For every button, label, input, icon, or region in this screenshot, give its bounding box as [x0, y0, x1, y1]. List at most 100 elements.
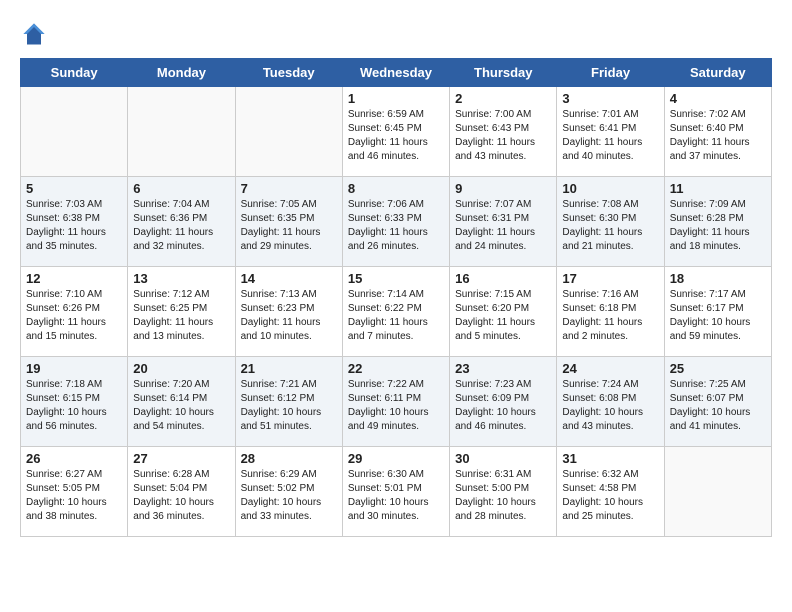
- cell-content: Sunrise: 7:23 AM Sunset: 6:09 PM Dayligh…: [455, 378, 551, 434]
- calendar-cell: 26Sunrise: 6:27 AM Sunset: 5:05 PM Dayli…: [21, 447, 128, 537]
- calendar-cell: 27 Sunrise: 6:28 AM Sunset: 5:04 PM Dayli…: [128, 447, 235, 537]
- cell-content: Sunrise: 6:59 AM Sunset: 6:45 PM Dayligh…: [348, 108, 444, 164]
- cell-content: Sunrise: 7:21 AM Sunset: 6:12 PM Dayligh…: [241, 378, 337, 434]
- calendar-cell: 5Sunrise: 7:03 AM Sunset: 6:38 PM Daylig…: [21, 177, 128, 267]
- calendar-cell: 23 Sunrise: 7:23 AM Sunset: 6:09 PM Dayli…: [450, 357, 557, 447]
- date-number: 13: [133, 271, 229, 286]
- date-number: 8: [348, 181, 444, 196]
- calendar-cell: 29 Sunrise: 6:30 AM Sunset: 5:01 PM Dayli…: [342, 447, 449, 537]
- calendar-cell: 12 Sunrise: 7:10 AM Sunset: 6:26 PM Dayli…: [21, 267, 128, 357]
- date-number: 19: [26, 361, 122, 376]
- calendar-cell: 30 Sunrise: 6:31 AM Sunset: 5:00 PM Dayli…: [450, 447, 557, 537]
- date-number: 28: [241, 451, 337, 466]
- calendar-cell: 31 Sunrise: 6:32 AM Sunset: 4:58 PM Dayli…: [557, 447, 664, 537]
- cell-content: Sunrise: 7:09 AM Sunset: 6:28 PM Dayligh…: [670, 198, 766, 254]
- week-row-3: 12 Sunrise: 7:10 AM Sunset: 6:26 PM Dayli…: [21, 267, 772, 357]
- cell-content: Sunrise: 7:16 AM Sunset: 6:18 PM Dayligh…: [562, 288, 658, 344]
- calendar-cell: 6 Sunrise: 7:04 AM Sunset: 6:36 PM Daylig…: [128, 177, 235, 267]
- cell-content: Sunrise: 7:24 AM Sunset: 6:08 PM Dayligh…: [562, 378, 658, 434]
- calendar-cell: 3Sunrise: 7:01 AM Sunset: 6:41 PM Daylig…: [557, 87, 664, 177]
- calendar-cell: 21 Sunrise: 7:21 AM Sunset: 6:12 PM Dayli…: [235, 357, 342, 447]
- date-number: 23: [455, 361, 551, 376]
- cell-content: Sunrise: 7:08 AM Sunset: 6:30 PM Dayligh…: [562, 198, 658, 254]
- week-row-4: 19 Sunrise: 7:18 AM Sunset: 6:15 PM Dayli…: [21, 357, 772, 447]
- cell-content: Sunrise: 7:03 AM Sunset: 6:38 PM Dayligh…: [26, 198, 122, 254]
- date-number: 27: [133, 451, 229, 466]
- cell-content: Sunrise: 7:20 AM Sunset: 6:14 PM Dayligh…: [133, 378, 229, 434]
- date-number: 24: [562, 361, 658, 376]
- calendar-cell: 7 Sunrise: 7:05 AM Sunset: 6:35 PM Daylig…: [235, 177, 342, 267]
- date-number: 31: [562, 451, 658, 466]
- cell-content: Sunrise: 6:31 AM Sunset: 5:00 PM Dayligh…: [455, 468, 551, 524]
- date-number: 3: [562, 91, 658, 106]
- cell-content: Sunrise: 7:13 AM Sunset: 6:23 PM Dayligh…: [241, 288, 337, 344]
- calendar-table: SundayMondayTuesdayWednesdayThursdayFrid…: [20, 58, 772, 537]
- cell-content: Sunrise: 7:22 AM Sunset: 6:11 PM Dayligh…: [348, 378, 444, 434]
- calendar-cell: 25 Sunrise: 7:25 AM Sunset: 6:07 PM Dayli…: [664, 357, 771, 447]
- cell-content: Sunrise: 7:10 AM Sunset: 6:26 PM Dayligh…: [26, 288, 122, 344]
- cell-content: Sunrise: 7:06 AM Sunset: 6:33 PM Dayligh…: [348, 198, 444, 254]
- calendar-cell: [21, 87, 128, 177]
- calendar-cell: 10Sunrise: 7:08 AM Sunset: 6:30 PM Dayli…: [557, 177, 664, 267]
- calendar-cell: 20Sunrise: 7:20 AM Sunset: 6:14 PM Dayli…: [128, 357, 235, 447]
- cell-content: Sunrise: 7:25 AM Sunset: 6:07 PM Dayligh…: [670, 378, 766, 434]
- calendar-cell: 17 Sunrise: 7:16 AM Sunset: 6:18 PM Dayli…: [557, 267, 664, 357]
- calendar-cell: 13Sunrise: 7:12 AM Sunset: 6:25 PM Dayli…: [128, 267, 235, 357]
- calendar-cell: 11 Sunrise: 7:09 AM Sunset: 6:28 PM Dayli…: [664, 177, 771, 267]
- cell-content: Sunrise: 7:15 AM Sunset: 6:20 PM Dayligh…: [455, 288, 551, 344]
- calendar-cell: 22 Sunrise: 7:22 AM Sunset: 6:11 PM Dayli…: [342, 357, 449, 447]
- calendar-cell: 19 Sunrise: 7:18 AM Sunset: 6:15 PM Dayli…: [21, 357, 128, 447]
- date-number: 17: [562, 271, 658, 286]
- calendar-cell: 4 Sunrise: 7:02 AM Sunset: 6:40 PM Daylig…: [664, 87, 771, 177]
- cell-content: Sunrise: 7:02 AM Sunset: 6:40 PM Dayligh…: [670, 108, 766, 164]
- logo: [20, 20, 52, 48]
- cell-content: Sunrise: 7:04 AM Sunset: 6:36 PM Dayligh…: [133, 198, 229, 254]
- date-number: 12: [26, 271, 122, 286]
- date-number: 25: [670, 361, 766, 376]
- date-number: 6: [133, 181, 229, 196]
- cell-content: Sunrise: 6:30 AM Sunset: 5:01 PM Dayligh…: [348, 468, 444, 524]
- date-number: 18: [670, 271, 766, 286]
- page-header: [20, 20, 772, 48]
- calendar-cell: 14 Sunrise: 7:13 AM Sunset: 6:23 PM Dayli…: [235, 267, 342, 357]
- calendar-cell: [235, 87, 342, 177]
- calendar-cell: [128, 87, 235, 177]
- calendar-body: 1 Sunrise: 6:59 AM Sunset: 6:45 PM Daylig…: [21, 87, 772, 537]
- day-header-monday: Monday: [128, 59, 235, 87]
- cell-content: Sunrise: 6:32 AM Sunset: 4:58 PM Dayligh…: [562, 468, 658, 524]
- date-number: 22: [348, 361, 444, 376]
- date-number: 16: [455, 271, 551, 286]
- calendar-cell: 15Sunrise: 7:14 AM Sunset: 6:22 PM Dayli…: [342, 267, 449, 357]
- calendar-cell: [664, 447, 771, 537]
- date-number: 7: [241, 181, 337, 196]
- day-header-wednesday: Wednesday: [342, 59, 449, 87]
- calendar-cell: 18Sunrise: 7:17 AM Sunset: 6:17 PM Dayli…: [664, 267, 771, 357]
- day-header-saturday: Saturday: [664, 59, 771, 87]
- day-header-row: SundayMondayTuesdayWednesdayThursdayFrid…: [21, 59, 772, 87]
- date-number: 9: [455, 181, 551, 196]
- calendar-cell: 24 Sunrise: 7:24 AM Sunset: 6:08 PM Dayli…: [557, 357, 664, 447]
- date-number: 29: [348, 451, 444, 466]
- week-row-5: 26Sunrise: 6:27 AM Sunset: 5:05 PM Dayli…: [21, 447, 772, 537]
- day-header-friday: Friday: [557, 59, 664, 87]
- calendar-cell: 28Sunrise: 6:29 AM Sunset: 5:02 PM Dayli…: [235, 447, 342, 537]
- date-number: 2: [455, 91, 551, 106]
- date-number: 1: [348, 91, 444, 106]
- week-row-2: 5Sunrise: 7:03 AM Sunset: 6:38 PM Daylig…: [21, 177, 772, 267]
- date-number: 26: [26, 451, 122, 466]
- cell-content: Sunrise: 7:18 AM Sunset: 6:15 PM Dayligh…: [26, 378, 122, 434]
- date-number: 30: [455, 451, 551, 466]
- calendar-cell: 8 Sunrise: 7:06 AM Sunset: 6:33 PM Daylig…: [342, 177, 449, 267]
- cell-content: Sunrise: 7:07 AM Sunset: 6:31 PM Dayligh…: [455, 198, 551, 254]
- cell-content: Sunrise: 6:28 AM Sunset: 5:04 PM Dayligh…: [133, 468, 229, 524]
- date-number: 11: [670, 181, 766, 196]
- day-header-thursday: Thursday: [450, 59, 557, 87]
- calendar-cell: 1 Sunrise: 6:59 AM Sunset: 6:45 PM Daylig…: [342, 87, 449, 177]
- cell-content: Sunrise: 7:05 AM Sunset: 6:35 PM Dayligh…: [241, 198, 337, 254]
- date-number: 4: [670, 91, 766, 106]
- date-number: 21: [241, 361, 337, 376]
- day-header-tuesday: Tuesday: [235, 59, 342, 87]
- week-row-1: 1 Sunrise: 6:59 AM Sunset: 6:45 PM Daylig…: [21, 87, 772, 177]
- cell-content: Sunrise: 7:14 AM Sunset: 6:22 PM Dayligh…: [348, 288, 444, 344]
- date-number: 14: [241, 271, 337, 286]
